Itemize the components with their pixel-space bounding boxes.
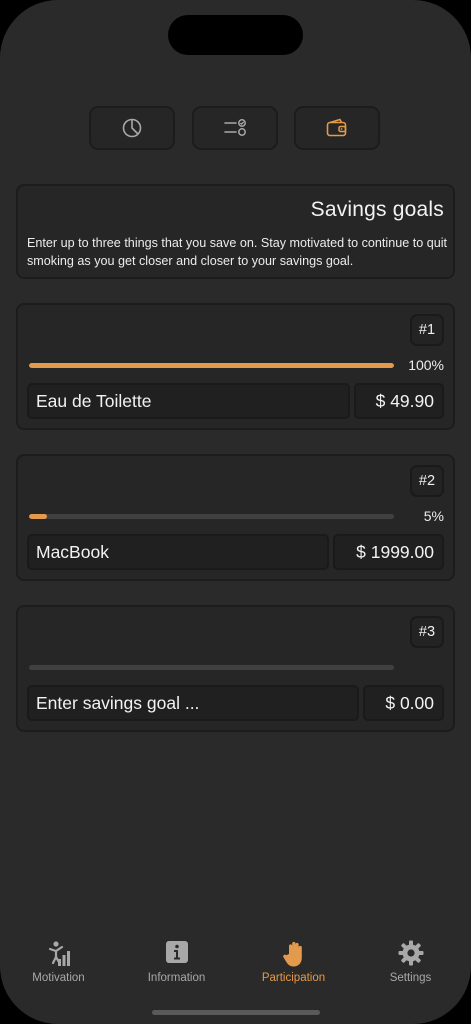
tab-label: Information — [147, 972, 206, 984]
gear-icon — [398, 940, 423, 966]
intro-description: Enter up to three things that you save o… — [27, 236, 448, 268]
goal-number-badge: #1 — [410, 314, 444, 346]
goal-progress-bar — [29, 514, 394, 519]
tab-settings[interactable]: Settings — [352, 930, 469, 994]
goal-progress-fill — [29, 514, 48, 519]
tab-bar: Motivation Information Participation Set… — [0, 930, 471, 1000]
goal-price-field[interactable]: $ 0.00 — [363, 685, 444, 721]
segment-statistics-button[interactable] — [89, 106, 175, 150]
goal-progress-label: 5% — [423, 508, 444, 524]
goal-price-field[interactable]: $ 49.90 — [354, 383, 444, 419]
dynamic-island — [168, 15, 303, 55]
home-indicator[interactable] — [152, 1010, 320, 1015]
goal-number-badge: #3 — [410, 616, 444, 648]
segment-checklist-button[interactable] — [192, 106, 278, 150]
goal-price-field[interactable]: $ 1999.00 — [333, 534, 444, 570]
tab-motivation[interactable]: Motivation — [0, 930, 117, 994]
wallet-icon — [326, 118, 347, 137]
tab-label: Participation — [261, 972, 326, 984]
intro-card: Savings goals Enter up to three things t… — [16, 184, 455, 279]
tab-label: Motivation — [32, 972, 85, 984]
goal-name-field[interactable]: Enter savings goal ... — [27, 685, 359, 721]
savings-goal-card-2: #2 5% MacBook $ 1999.00 — [16, 454, 455, 581]
goal-progress-bar — [29, 665, 394, 670]
checklist-icon — [224, 119, 246, 136]
segment-wallet-button[interactable] — [294, 106, 380, 150]
goal-progress-bar — [29, 363, 394, 368]
info-icon — [165, 941, 188, 963]
raised-hand-icon — [282, 941, 302, 967]
tab-participation[interactable]: Participation — [235, 930, 352, 994]
goal-name-field[interactable]: MacBook — [27, 534, 329, 570]
goal-progress-fill — [29, 363, 394, 368]
motivation-chart-icon — [48, 941, 70, 966]
pie-chart-icon — [122, 118, 142, 138]
tab-information[interactable]: Information — [118, 930, 235, 994]
savings-goal-card-3: #3 Enter savings goal ... $ 0.00 — [16, 605, 455, 732]
goal-number-badge: #2 — [410, 465, 444, 497]
goal-progress-label: 100% — [408, 357, 444, 373]
page-title: Savings goals — [310, 198, 444, 221]
phone-screen: Savings goals Enter up to three things t… — [0, 0, 471, 1024]
tab-label: Settings — [389, 972, 432, 984]
goal-name-field[interactable]: Eau de Toilette — [27, 383, 350, 419]
savings-goal-card-1: #1 100% Eau de Toilette $ 49.90 — [16, 303, 455, 430]
